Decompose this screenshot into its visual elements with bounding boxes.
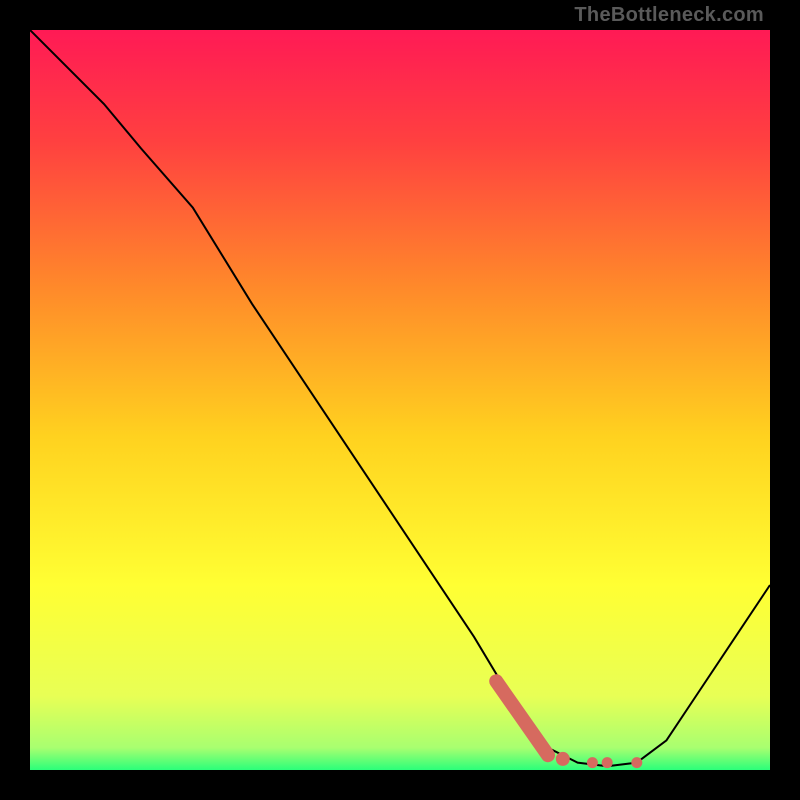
chart-frame: TheBottleneck.com — [0, 0, 800, 800]
optimal-range-segment — [496, 681, 548, 755]
watermark-text: TheBottleneck.com — [574, 4, 764, 27]
optimal-dot — [602, 757, 613, 768]
optimal-dot — [631, 757, 642, 768]
optimal-dot — [587, 757, 598, 768]
optimal-dot — [556, 752, 570, 766]
chart-overlay-svg — [30, 30, 770, 770]
plot-area — [30, 30, 770, 770]
bottleneck-curve — [30, 30, 770, 766]
